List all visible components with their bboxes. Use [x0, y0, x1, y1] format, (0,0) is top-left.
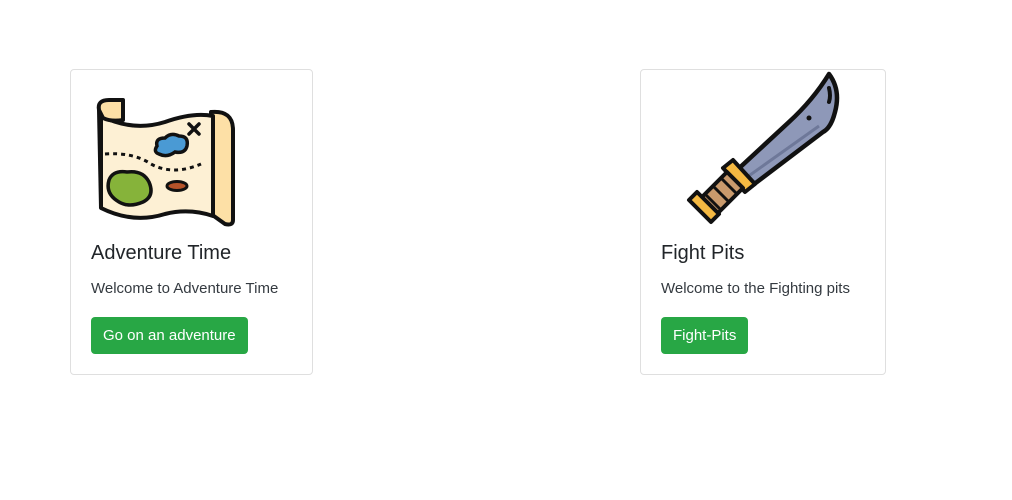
page: Adventure Time Welcome to Adventure Time… [0, 0, 1012, 500]
go-on-adventure-button[interactable]: Go on an adventure [91, 317, 248, 354]
adventure-card: Adventure Time Welcome to Adventure Time… [70, 69, 313, 375]
adventure-card-title: Adventure Time [91, 242, 232, 264]
machete-sword-icon [687, 71, 840, 224]
fight-pits-card-text: Welcome to the Fighting pits [661, 280, 850, 297]
treasure-map-icon [96, 98, 235, 227]
adventure-card-text: Welcome to Adventure Time [91, 280, 279, 297]
fight-pits-card-title: Fight Pits [661, 242, 745, 264]
fight-pits-button[interactable]: Fight-Pits [661, 317, 749, 354]
fight-pits-card: Fight Pits Welcome to the Fighting pits … [640, 69, 886, 375]
